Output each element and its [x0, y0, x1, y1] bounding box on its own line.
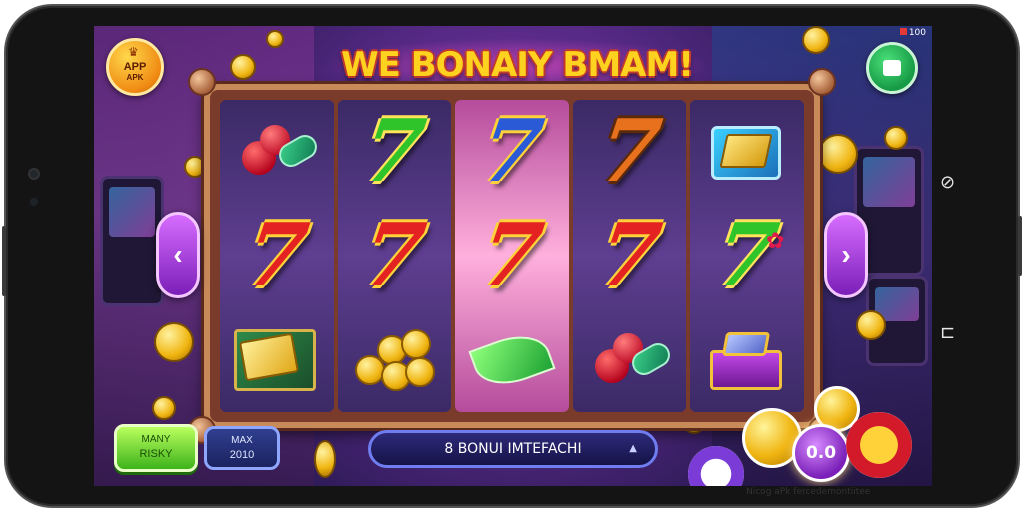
menu-icon	[883, 60, 901, 76]
status-tag-label: 100	[908, 28, 926, 38]
risk-button-sublabel: RISKY	[139, 448, 173, 460]
reel-cell: 7	[338, 204, 452, 308]
reel-cell: 7	[455, 204, 569, 308]
app-logo[interactable]: ♛ APP APK	[106, 38, 164, 96]
menu-button[interactable]	[866, 42, 918, 94]
next-arrow-button[interactable]: ›	[824, 212, 868, 298]
coin-icon	[152, 396, 176, 420]
cherry-bill-icon	[234, 117, 322, 187]
reel-4: 7 7	[572, 100, 687, 412]
gold-box-icon	[707, 120, 787, 184]
gold-bar-icon	[233, 325, 320, 395]
app-logo-sublabel: APK	[126, 73, 144, 82]
spin-button[interactable]: 0.0	[792, 424, 850, 482]
bonus-info-bar[interactable]: 8 BONUI IMTEFACHI ▲	[368, 430, 658, 468]
chest-icon	[706, 328, 788, 392]
reel-cell	[455, 308, 569, 412]
reel-set: 7 7 7 7 7 7 7 7 ✿	[220, 100, 804, 412]
reel-cell	[220, 308, 334, 412]
reel-cell: 7	[220, 204, 334, 308]
frame-knob	[808, 68, 836, 96]
reel-2: 7 7	[337, 100, 452, 412]
seven-green-icon: 7	[710, 204, 785, 306]
reel-cell: 7 ✿	[690, 204, 804, 308]
status-tag: 100	[899, 28, 926, 38]
risk-button-label: MANY	[141, 434, 171, 445]
coin-icon	[154, 322, 194, 362]
bet-display[interactable]: MAX 2010	[204, 426, 280, 470]
phone-side-icon: ⊏	[940, 322, 956, 343]
reel-cell: 7	[573, 100, 687, 204]
coin-icon	[184, 156, 206, 178]
seven-blue-icon: 7	[475, 100, 550, 202]
reel-frame: 7 7 7 7 7 7 7 7 ✿	[188, 68, 836, 444]
seven-red-icon: 7	[592, 204, 667, 306]
arcade-machine	[100, 176, 164, 306]
coin-icon	[818, 134, 858, 174]
seven-red-icon: 7	[475, 204, 550, 306]
reel-cell	[690, 100, 804, 204]
record-icon	[899, 28, 907, 35]
reel-5: 7 ✿	[690, 100, 804, 412]
previous-arrow-button[interactable]: ‹	[156, 212, 200, 298]
chip-icon	[846, 412, 912, 478]
phone-side-icon: ⊘	[940, 172, 956, 193]
risk-button[interactable]: MANY RISKY	[114, 424, 198, 472]
game-screen: ♛ APP APK WE BONAIY BMAM! 100 7 7 7 7 7 …	[94, 26, 932, 486]
app-logo-label: APP	[123, 61, 147, 73]
power-button	[2, 226, 6, 296]
sensor-icon	[30, 198, 38, 206]
frame-knob	[188, 68, 216, 96]
cherry-bill-icon	[587, 325, 674, 395]
coin-icon	[884, 126, 908, 150]
bonus-info-text: 8 BONUI IMTEFACHI	[444, 441, 582, 457]
reel-cell: 7	[455, 100, 569, 204]
reel-cell	[220, 100, 334, 204]
bet-label: MAX	[231, 435, 253, 446]
seven-red-icon: 7	[239, 204, 314, 306]
reel-cell	[690, 308, 804, 412]
reel-1: 7	[220, 100, 334, 412]
coin-icon	[230, 54, 256, 80]
reel-cell	[338, 308, 452, 412]
bet-value: 2010	[229, 449, 255, 461]
camera-icon	[28, 168, 40, 180]
seven-green-icon: 7	[357, 100, 432, 202]
reel-cell: 7	[338, 100, 452, 204]
coin-icon	[266, 30, 284, 48]
reel-cell	[573, 308, 687, 412]
coin-icon	[314, 440, 336, 478]
ribbon-bow-icon: ✿	[765, 227, 785, 253]
watermark-text: Nicog aPk fercedemontiitee	[746, 487, 871, 497]
reel-cell: 7	[573, 204, 687, 308]
reel-3: 7 7	[455, 100, 569, 412]
leaf-gem-icon	[468, 325, 556, 395]
crown-icon: ♛	[128, 45, 139, 59]
seven-orange-icon: 7	[592, 100, 667, 202]
coins-icon	[351, 325, 437, 395]
chevron-up-icon: ▲	[629, 443, 637, 454]
volume-button	[1018, 216, 1022, 276]
coin-icon	[802, 26, 830, 54]
coin-icon	[856, 310, 886, 340]
seven-red-icon: 7	[357, 204, 432, 306]
